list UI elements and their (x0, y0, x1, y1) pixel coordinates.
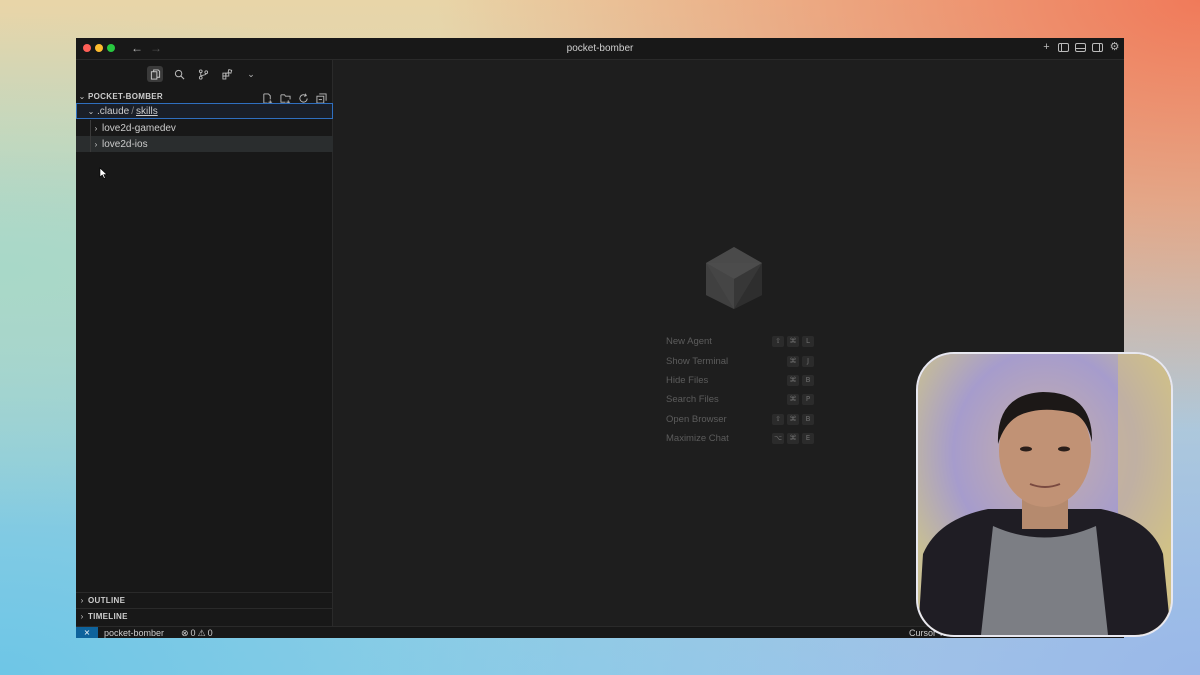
indent-guide (90, 120, 91, 136)
chevron-right-icon: › (80, 612, 84, 621)
warning-icon: ⚠ (197, 628, 206, 638)
new-file-icon[interactable] (262, 91, 273, 104)
path-separator: / (131, 105, 135, 117)
shortcut-hide-files[interactable]: Hide Files ⌘ B (666, 371, 866, 390)
timeline-panel-header[interactable]: › TIMELINE (76, 608, 333, 624)
chevron-down-icon: ⌄ (78, 91, 86, 101)
timeline-label: TIMELINE (88, 612, 128, 621)
shortcut-label: New Agent (666, 336, 712, 348)
shortcut-new-agent[interactable]: New Agent ⇧ ⌘ L (666, 332, 866, 351)
activity-bar: ⌄ (76, 64, 333, 84)
tree-item-label: love2d-gamedev (102, 122, 176, 134)
shortcut-keys: ⌘ P (787, 394, 814, 406)
key-cap: ⌘ (787, 394, 799, 406)
shortcut-label: Show Terminal (666, 355, 729, 367)
key-cap: ⌘ (787, 336, 799, 348)
collapse-all-icon[interactable] (316, 91, 327, 104)
chevron-down-icon[interactable]: ⌄ (243, 66, 259, 82)
shortcut-keys: ⌘ J (787, 355, 814, 367)
shortcut-show-terminal[interactable]: Show Terminal ⌘ J (666, 351, 866, 370)
shortcut-keys: ⌥ ⌘ E (772, 433, 814, 445)
chevron-right-icon: › (94, 139, 98, 149)
mouse-cursor-icon (99, 167, 108, 182)
chevron-right-icon: › (80, 596, 84, 605)
new-folder-icon[interactable] (280, 91, 291, 104)
tree-item-love2d-ios[interactable]: › love2d-ios (76, 136, 333, 152)
toggle-panel-icon[interactable] (1075, 43, 1086, 52)
key-cap: ⌥ (772, 433, 784, 445)
key-cap: ⇧ (772, 336, 784, 348)
status-problems[interactable]: ⊗ 0 ⚠ 0 (181, 627, 213, 638)
shortcut-label: Maximize Chat (666, 433, 729, 445)
outline-panel-header[interactable]: › OUTLINE (76, 592, 333, 608)
shortcut-keys: ⌘ B (787, 374, 814, 386)
sidebar: ⌄ ⌄ POCKET-BOMBER ⌄ .claude / skills › l… (76, 60, 333, 631)
shortcut-keys: ⇧ ⌘ L (772, 336, 814, 348)
toggle-sidebar-icon[interactable] (1058, 43, 1069, 52)
shortcut-label: Search Files (666, 394, 719, 406)
toggle-secondary-sidebar-icon[interactable] (1092, 43, 1103, 52)
key-cap: ⌘ (787, 374, 799, 386)
title-bar-actions: + ⚙ (1041, 42, 1120, 53)
chevron-right-icon: › (94, 123, 98, 133)
cursor-logo-icon (704, 245, 764, 311)
title-bar: ← → pocket-bomber + ⚙ (76, 38, 1124, 60)
key-cap: ⌘ (787, 433, 799, 445)
subfolder-name: skills (136, 105, 158, 117)
key-cap: L (802, 336, 814, 348)
shortcut-maximize-chat[interactable]: Maximize Chat ⌥ ⌘ E (666, 429, 866, 448)
shortcut-keys: ⇧ ⌘ B (772, 413, 814, 425)
tree-item-love2d-gamedev[interactable]: › love2d-gamedev (76, 120, 333, 136)
search-icon[interactable] (171, 66, 187, 82)
gear-icon[interactable]: ⚙ (1109, 42, 1120, 53)
status-workspace-name[interactable]: pocket-bomber (104, 627, 164, 638)
chevron-down-icon: ⌄ (87, 106, 95, 116)
source-control-icon[interactable] (195, 66, 211, 82)
tree-item-label: love2d-ios (102, 138, 148, 150)
key-cap: P (802, 394, 814, 406)
shortcut-open-browser[interactable]: Open Browser ⇧ ⌘ B (666, 410, 866, 429)
remote-indicator-icon[interactable]: ⨯ (76, 627, 98, 638)
key-cap: ⌘ (787, 413, 799, 425)
key-cap: ⇧ (772, 413, 784, 425)
plus-icon[interactable]: + (1041, 42, 1052, 53)
warning-count: 0 (207, 628, 213, 638)
indent-guide (90, 136, 91, 152)
shortcut-label: Open Browser (666, 413, 727, 425)
key-cap: J (802, 355, 814, 367)
key-cap: E (802, 433, 814, 445)
shortcut-label: Hide Files (666, 374, 709, 386)
error-icon: ⊗ (181, 628, 189, 638)
folder-name: .claude (97, 105, 130, 117)
presenter-photo (918, 354, 1171, 635)
outline-label: OUTLINE (88, 596, 126, 605)
key-cap: ⌘ (787, 355, 799, 367)
error-count: 0 (190, 628, 196, 638)
key-cap: B (802, 374, 814, 386)
shortcut-search-files[interactable]: Search Files ⌘ P (666, 390, 866, 409)
window-title: pocket-bomber (566, 43, 634, 54)
files-icon[interactable] (147, 66, 163, 82)
key-cap: B (802, 413, 814, 425)
tree-folder-claude-skills[interactable]: ⌄ .claude / skills (76, 103, 333, 119)
webcam-overlay (916, 352, 1173, 637)
shortcut-list: New Agent ⇧ ⌘ L Show Terminal ⌘ J Hide F… (666, 332, 866, 448)
refresh-icon[interactable] (298, 91, 309, 103)
explorer-header[interactable]: ⌄ POCKET-BOMBER (76, 88, 333, 104)
workspace-root-label: POCKET-BOMBER (88, 91, 164, 101)
explorer-actions (262, 91, 327, 104)
extensions-icon[interactable] (219, 66, 235, 82)
